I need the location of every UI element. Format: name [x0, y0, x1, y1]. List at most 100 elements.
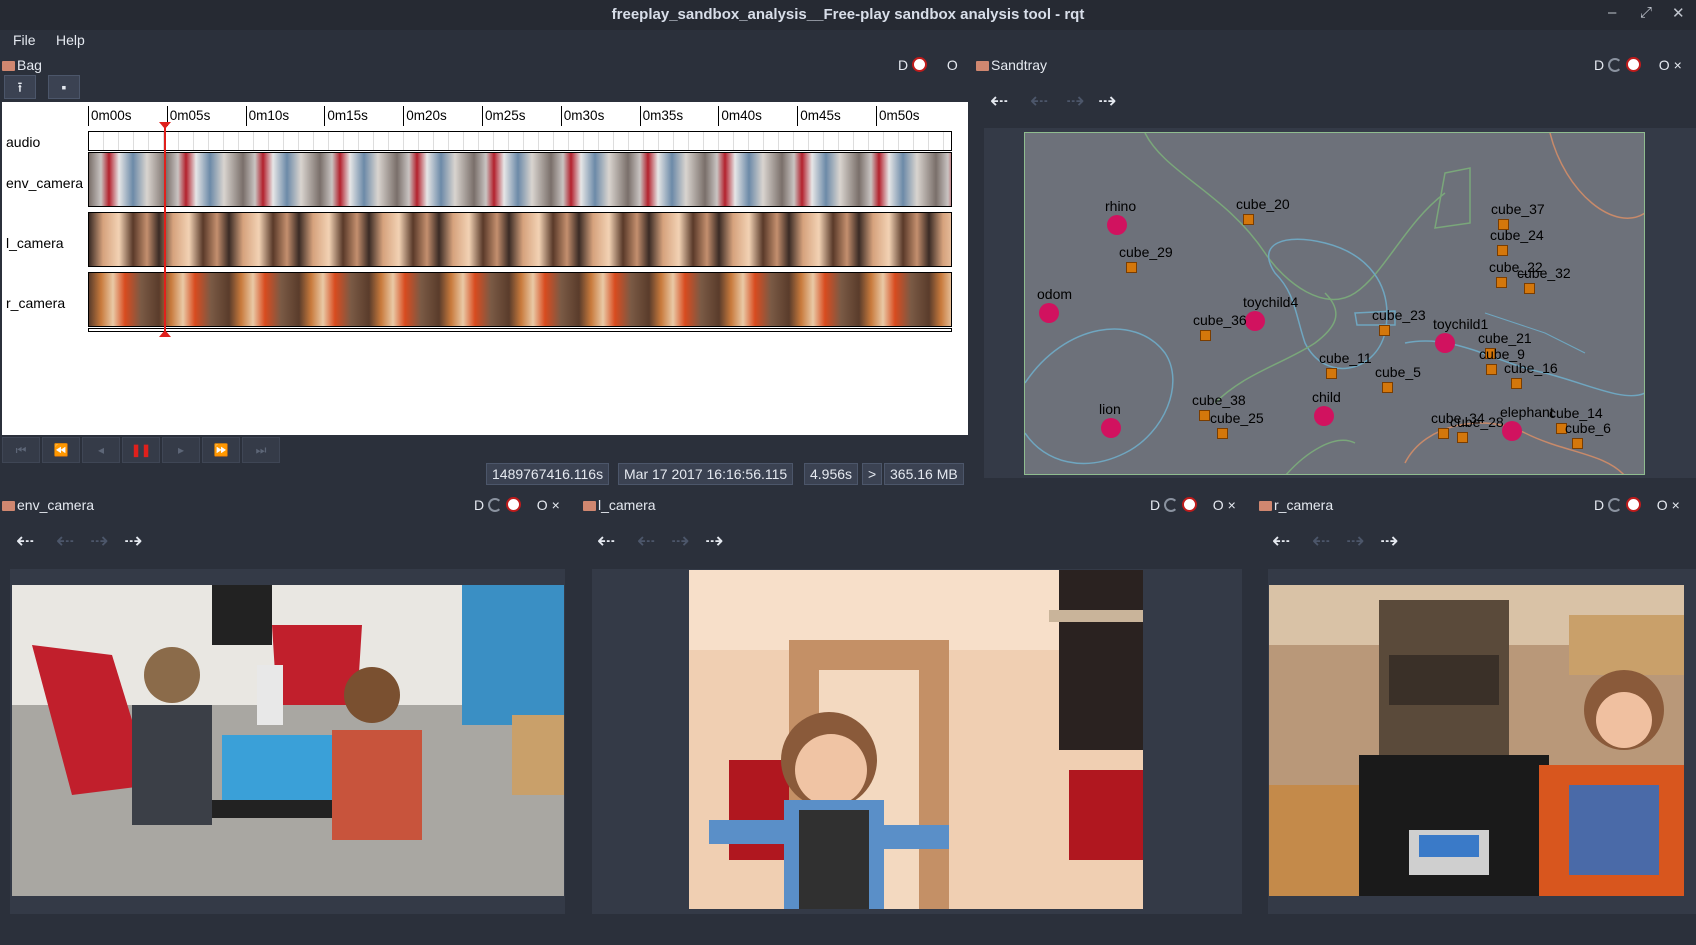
env-camera-dock-button[interactable]: D — [474, 497, 484, 513]
timeline-tick-label: 0m05s — [169, 108, 211, 123]
playhead-top-marker[interactable] — [158, 122, 171, 129]
l-camera-dock-button[interactable]: D — [1150, 497, 1160, 513]
l-camera-track[interactable] — [88, 212, 952, 267]
save-bag-button[interactable]: ▪ — [48, 75, 80, 99]
sandtray-cube-marker[interactable] — [1199, 410, 1210, 421]
sandtray-marker-label: lion — [1099, 401, 1121, 417]
record-icon[interactable] — [1625, 57, 1641, 72]
sandtray-cube-marker[interactable] — [1457, 432, 1468, 443]
sandtray-cube-marker[interactable] — [1382, 382, 1393, 393]
menu-help[interactable]: Help — [56, 32, 85, 48]
pause-button[interactable]: ❚❚ — [122, 437, 160, 463]
close-x-icon[interactable]: × — [1672, 497, 1680, 513]
close-x-icon[interactable]: × — [1674, 57, 1682, 73]
bag-panel-header: Bag — [2, 57, 42, 73]
prev-arrow-icon[interactable]: ⇠ — [56, 528, 74, 554]
menu-file[interactable]: File — [13, 32, 36, 48]
next-arrow-icon[interactable]: ⇢ — [1346, 528, 1364, 554]
env-camera-close-button[interactable]: O — [537, 497, 548, 513]
bag-panel-dock-button[interactable]: D — [898, 57, 908, 73]
sandtray-cube-marker[interactable] — [1379, 325, 1390, 336]
forward-arrow-icon[interactable]: ⇢ — [1380, 528, 1398, 554]
timeline-tick-line — [560, 106, 562, 126]
refresh-icon[interactable] — [1164, 498, 1179, 512]
sandtray-item-marker[interactable] — [1502, 421, 1522, 441]
sandtray-item-marker[interactable] — [1101, 418, 1121, 438]
sandtray-cube-marker[interactable] — [1496, 277, 1507, 288]
close-icon[interactable]: ✕ — [1672, 4, 1685, 22]
sandtray-cube-marker[interactable] — [1572, 438, 1583, 449]
sandtray-item-marker[interactable] — [1039, 303, 1059, 323]
bag-panel-close-button[interactable]: O — [947, 57, 958, 73]
env-camera-track[interactable] — [88, 152, 952, 207]
prev-arrow-icon[interactable]: ⇠ — [1312, 528, 1330, 554]
timeline-end-bar — [88, 328, 952, 332]
fast-forward-button[interactable]: ⏩ — [202, 437, 240, 463]
step-forward-button[interactable]: ▸ — [162, 437, 200, 463]
sandtray-dock-button[interactable]: D — [1594, 57, 1604, 73]
forward-arrow-icon[interactable]: ⇢ — [705, 528, 723, 554]
record-icon[interactable] — [1625, 497, 1641, 512]
bag-timeline[interactable]: 0m00s 0m05s 0m10s 0m15s 0m20s 0m25s 0m30s 0m35s… — [2, 102, 968, 435]
prev-arrow-icon[interactable]: ⇠ — [1030, 88, 1048, 114]
sandtray-close-button[interactable]: O — [1659, 57, 1670, 73]
minimize-icon[interactable]: – — [1608, 4, 1616, 21]
sandtray-cube-marker[interactable] — [1217, 428, 1228, 439]
forward-arrow-icon[interactable]: ⇢ — [124, 528, 142, 554]
sandtray-cube-marker[interactable] — [1497, 245, 1508, 256]
close-x-icon[interactable]: × — [552, 497, 560, 513]
sandtray-cube-marker[interactable] — [1243, 214, 1254, 225]
forward-arrow-icon[interactable]: ⇢ — [1098, 88, 1116, 114]
next-arrow-icon[interactable]: ⇢ — [671, 528, 689, 554]
elapsed-readout: 4.956s — [804, 463, 859, 485]
sandtray-map[interactable]: rhino odom toychild4 toychild1 lion child elep… — [1024, 132, 1645, 475]
playhead[interactable] — [163, 124, 166, 334]
refresh-icon[interactable] — [1608, 498, 1623, 512]
refresh-icon[interactable] — [488, 498, 503, 512]
record-icon[interactable] — [1181, 497, 1197, 512]
next-arrow-icon[interactable]: ⇢ — [90, 528, 108, 554]
maximize-icon[interactable]: ⤢ — [1640, 4, 1652, 21]
r-camera-dock-button[interactable]: D — [1594, 497, 1604, 513]
sandtray-cube-marker[interactable] — [1486, 364, 1497, 375]
date-readout: Mar 17 2017 16:16:56.115 — [618, 463, 794, 485]
l-camera-close-button[interactable]: O — [1213, 497, 1224, 513]
sandtray-item-marker[interactable] — [1107, 215, 1127, 235]
r-camera-track[interactable] — [88, 272, 952, 327]
refresh-icon[interactable] — [1608, 58, 1623, 72]
record-icon[interactable] — [912, 57, 928, 72]
back-arrow-icon[interactable]: ⇠ — [597, 528, 615, 554]
sandtray-marker-label: cube_6 — [1565, 420, 1611, 436]
back-arrow-icon[interactable]: ⇠ — [990, 88, 1008, 114]
sandtray-cube-marker[interactable] — [1524, 283, 1535, 294]
sandtray-item-marker[interactable] — [1245, 311, 1265, 331]
record-icon[interactable] — [505, 497, 521, 512]
timeline-ticks: 0m00s 0m05s 0m10s 0m15s 0m20s 0m25s 0m30s 0m35s… — [88, 106, 952, 128]
sandtray-cube-marker[interactable] — [1326, 368, 1337, 379]
load-bag-button[interactable]: ⭱ — [4, 75, 36, 99]
l-camera-panel-header: l_camera — [583, 497, 656, 513]
sandtray-cube-marker[interactable] — [1126, 262, 1137, 273]
size-readout: 365.16 MB — [884, 463, 964, 485]
audio-track[interactable] — [88, 131, 952, 151]
fast-rewind-button[interactable]: ⏪ — [42, 437, 80, 463]
next-arrow-icon[interactable]: ⇢ — [1066, 88, 1084, 114]
playhead-bottom-marker[interactable] — [158, 330, 171, 337]
sandtray-item-marker[interactable] — [1314, 406, 1334, 426]
sandtray-cube-marker[interactable] — [1200, 330, 1211, 341]
sandtray-item-marker[interactable] — [1435, 333, 1455, 353]
skip-to-end-button[interactable]: ⏭ — [242, 437, 280, 463]
prev-arrow-icon[interactable]: ⇠ — [637, 528, 655, 554]
r-camera-close-button[interactable]: O — [1657, 497, 1668, 513]
env-camera-panel-title: env_camera — [17, 497, 95, 513]
sandtray-cube-marker[interactable] — [1438, 428, 1449, 439]
close-x-icon[interactable]: × — [1228, 497, 1236, 513]
stamp-readout: 1489767416.116s — [486, 463, 610, 485]
step-back-button[interactable]: ◂ — [82, 437, 120, 463]
back-arrow-icon[interactable]: ⇠ — [1272, 528, 1290, 554]
folder-icon — [2, 61, 15, 71]
skip-to-start-button[interactable]: ⏮ — [2, 437, 40, 463]
back-arrow-icon[interactable]: ⇠ — [16, 528, 34, 554]
sandtray-cube-marker[interactable] — [1511, 378, 1522, 389]
skip-start-icon: ⏮ — [15, 443, 27, 457]
